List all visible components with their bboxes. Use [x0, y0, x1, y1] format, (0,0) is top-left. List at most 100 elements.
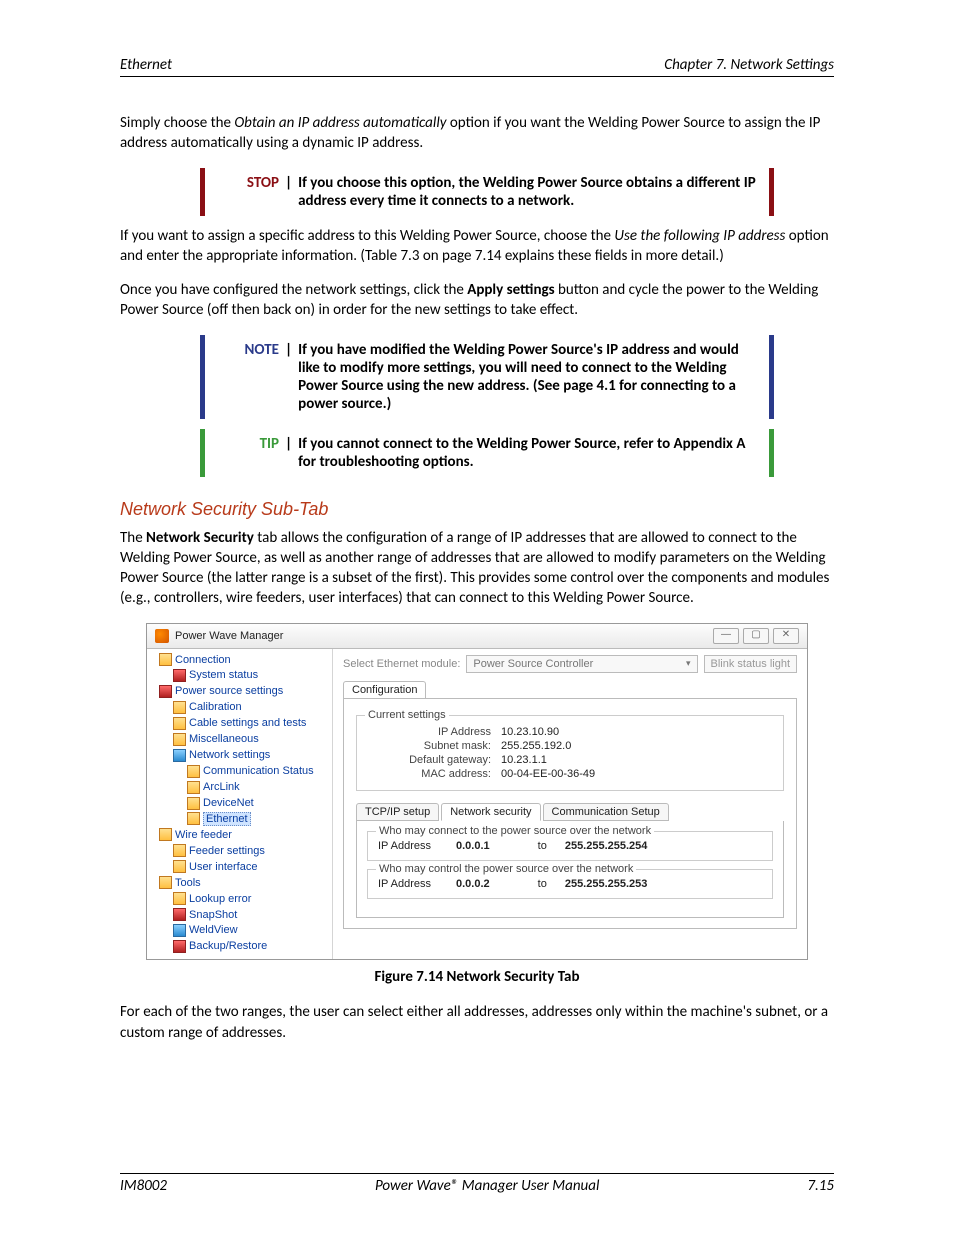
tree-item-icon	[173, 844, 186, 857]
tree-item-icon	[159, 685, 172, 698]
tree-item[interactable]: Cable settings and tests	[173, 716, 328, 732]
footer-mid: Power Wave® Manager User Manual	[375, 1177, 599, 1195]
tree-item-label: Power source settings	[175, 685, 283, 697]
tree-item-icon	[187, 765, 200, 778]
tree-item[interactable]: Power source settings	[159, 684, 328, 700]
maximize-button[interactable]: ▢	[743, 628, 769, 644]
tree-item-icon	[173, 669, 186, 682]
chevron-down-icon: ▾	[686, 658, 691, 670]
tree-item-icon	[159, 876, 172, 889]
tree-item-label: Communication Status	[203, 765, 314, 777]
para-5: For each of the two ranges, the user can…	[120, 1002, 834, 1043]
tree-item-icon	[173, 908, 186, 921]
blink-status-button[interactable]: Blink status light	[704, 655, 797, 673]
connect-range-from[interactable]: 0.0.0.1	[456, 840, 490, 852]
tree-item-label: Feeder settings	[189, 845, 265, 857]
nav-tree[interactable]: Connection System status Power source sett…	[147, 649, 333, 960]
page-header: Ethernet Chapter 7. Network Settings	[120, 56, 834, 77]
tree-item-icon	[173, 940, 186, 953]
header-right: Chapter 7. Network Settings	[664, 56, 834, 74]
tree-item-icon	[187, 797, 200, 810]
tree-item-label: Tools	[175, 877, 201, 889]
control-range-from[interactable]: 0.0.0.2	[456, 878, 490, 890]
current-subnet-value: 255.255.192.0	[501, 740, 571, 752]
tree-item[interactable]: DeviceNet	[187, 796, 328, 812]
tree-item-label: Backup/Restore	[189, 940, 267, 952]
tree-item-label: System status	[189, 669, 258, 681]
subtab-communication-setup[interactable]: Communication Setup	[543, 803, 669, 821]
tree-item[interactable]: Lookup error	[173, 892, 328, 908]
tree-item-label: SnapShot	[189, 909, 237, 921]
tree-item-label: Connection	[175, 654, 231, 666]
select-ethernet-label: Select Ethernet module:	[343, 658, 460, 670]
ethernet-module-dropdown[interactable]: Power Source Controller▾	[466, 655, 697, 673]
window-title: Power Wave Manager	[175, 630, 283, 642]
window-titlebar: Power Wave Manager — ▢ ✕	[147, 624, 807, 649]
tree-item[interactable]: Communication Status	[187, 764, 328, 780]
footer-left: IM8002	[120, 1177, 167, 1195]
tree-item[interactable]: Wire feeder	[159, 828, 328, 844]
para-3: Once you have configured the network set…	[120, 280, 834, 321]
tree-item-icon	[173, 749, 186, 762]
tree-item[interactable]: Connection	[159, 653, 328, 669]
subtab-network-security[interactable]: Network security	[441, 803, 540, 821]
para-2: If you want to assign a specific address…	[120, 226, 834, 267]
tree-item-label: Calibration	[189, 701, 242, 713]
section-heading: Network Security Sub-Tab	[120, 499, 834, 520]
figure-caption: Figure 7.14 Network Security Tab	[120, 968, 834, 986]
tree-item-icon	[187, 812, 200, 825]
current-ip-value: 10.23.10.90	[501, 726, 559, 738]
tree-item-label: User interface	[189, 861, 257, 873]
tree-item-label: DeviceNet	[203, 797, 254, 809]
tree-item-label: Network settings	[189, 749, 270, 761]
tab-configuration[interactable]: Configuration	[343, 681, 426, 698]
callout-note: NOTE | If you have modified the Welding …	[200, 335, 774, 419]
callout-stop-text: If you choose this option, the Welding P…	[298, 174, 759, 210]
footer-right: 7.15	[807, 1177, 834, 1195]
header-left: Ethernet	[120, 56, 172, 74]
tree-item-label: ArcLink	[203, 781, 240, 793]
tree-item-label: WeldView	[189, 924, 238, 936]
screenshot-window: Power Wave Manager — ▢ ✕ Connection Syste…	[146, 623, 808, 961]
tree-item[interactable]: System status	[173, 668, 328, 684]
tree-item-label: Lookup error	[189, 893, 251, 905]
page-footer: IM8002 Power Wave® Manager User Manual 7…	[120, 1173, 834, 1195]
tree-item-icon	[173, 924, 186, 937]
minimize-button[interactable]: —	[713, 628, 739, 644]
tree-item-icon	[159, 653, 172, 666]
connect-range-to[interactable]: 255.255.255.254	[565, 840, 648, 852]
close-button[interactable]: ✕	[773, 628, 799, 644]
tree-item-icon	[159, 828, 172, 841]
current-gateway-value: 10.23.1.1	[501, 754, 547, 766]
tree-item[interactable]: Backup/Restore	[173, 939, 328, 955]
callout-tip-text: If you cannot connect to the Welding Pow…	[298, 435, 759, 471]
para-1: Simply choose the Obtain an IP address a…	[120, 113, 834, 154]
tree-item[interactable]: Miscellaneous	[173, 732, 328, 748]
tree-item[interactable]: User interface	[173, 860, 328, 876]
tree-item[interactable]: Ethernet	[187, 812, 328, 828]
tree-item[interactable]: Feeder settings	[173, 844, 328, 860]
tree-item[interactable]: WeldView	[173, 923, 328, 939]
callout-tip-label: TIP	[219, 435, 279, 471]
tree-item-label: Wire feeder	[175, 829, 232, 841]
tree-item[interactable]: Network settings	[173, 748, 328, 764]
para-4: The Network Security tab allows the conf…	[120, 528, 834, 609]
tree-item[interactable]: Calibration	[173, 700, 328, 716]
group-who-may-control: Who may control the power source over th…	[367, 869, 773, 899]
tree-item-icon	[173, 860, 186, 873]
tree-item-label: Miscellaneous	[189, 733, 259, 745]
tree-item[interactable]: SnapShot	[173, 908, 328, 924]
app-icon	[155, 629, 169, 643]
tree-item-label: Cable settings and tests	[189, 717, 306, 729]
group-current-settings: Current settings IP Address10.23.10.90 S…	[356, 715, 784, 791]
tree-item-label: Ethernet	[203, 812, 251, 826]
tree-item[interactable]: ArcLink	[187, 780, 328, 796]
tree-item-icon	[173, 717, 186, 730]
control-range-to[interactable]: 255.255.255.253	[565, 878, 648, 890]
subtab-tcpip[interactable]: TCP/IP setup	[356, 803, 439, 821]
tree-item-icon	[173, 733, 186, 746]
tree-item-icon	[187, 781, 200, 794]
tree-item[interactable]: Tools	[159, 876, 328, 892]
tree-item-icon	[173, 701, 186, 714]
callout-stop: STOP | If you choose this option, the We…	[200, 168, 774, 216]
